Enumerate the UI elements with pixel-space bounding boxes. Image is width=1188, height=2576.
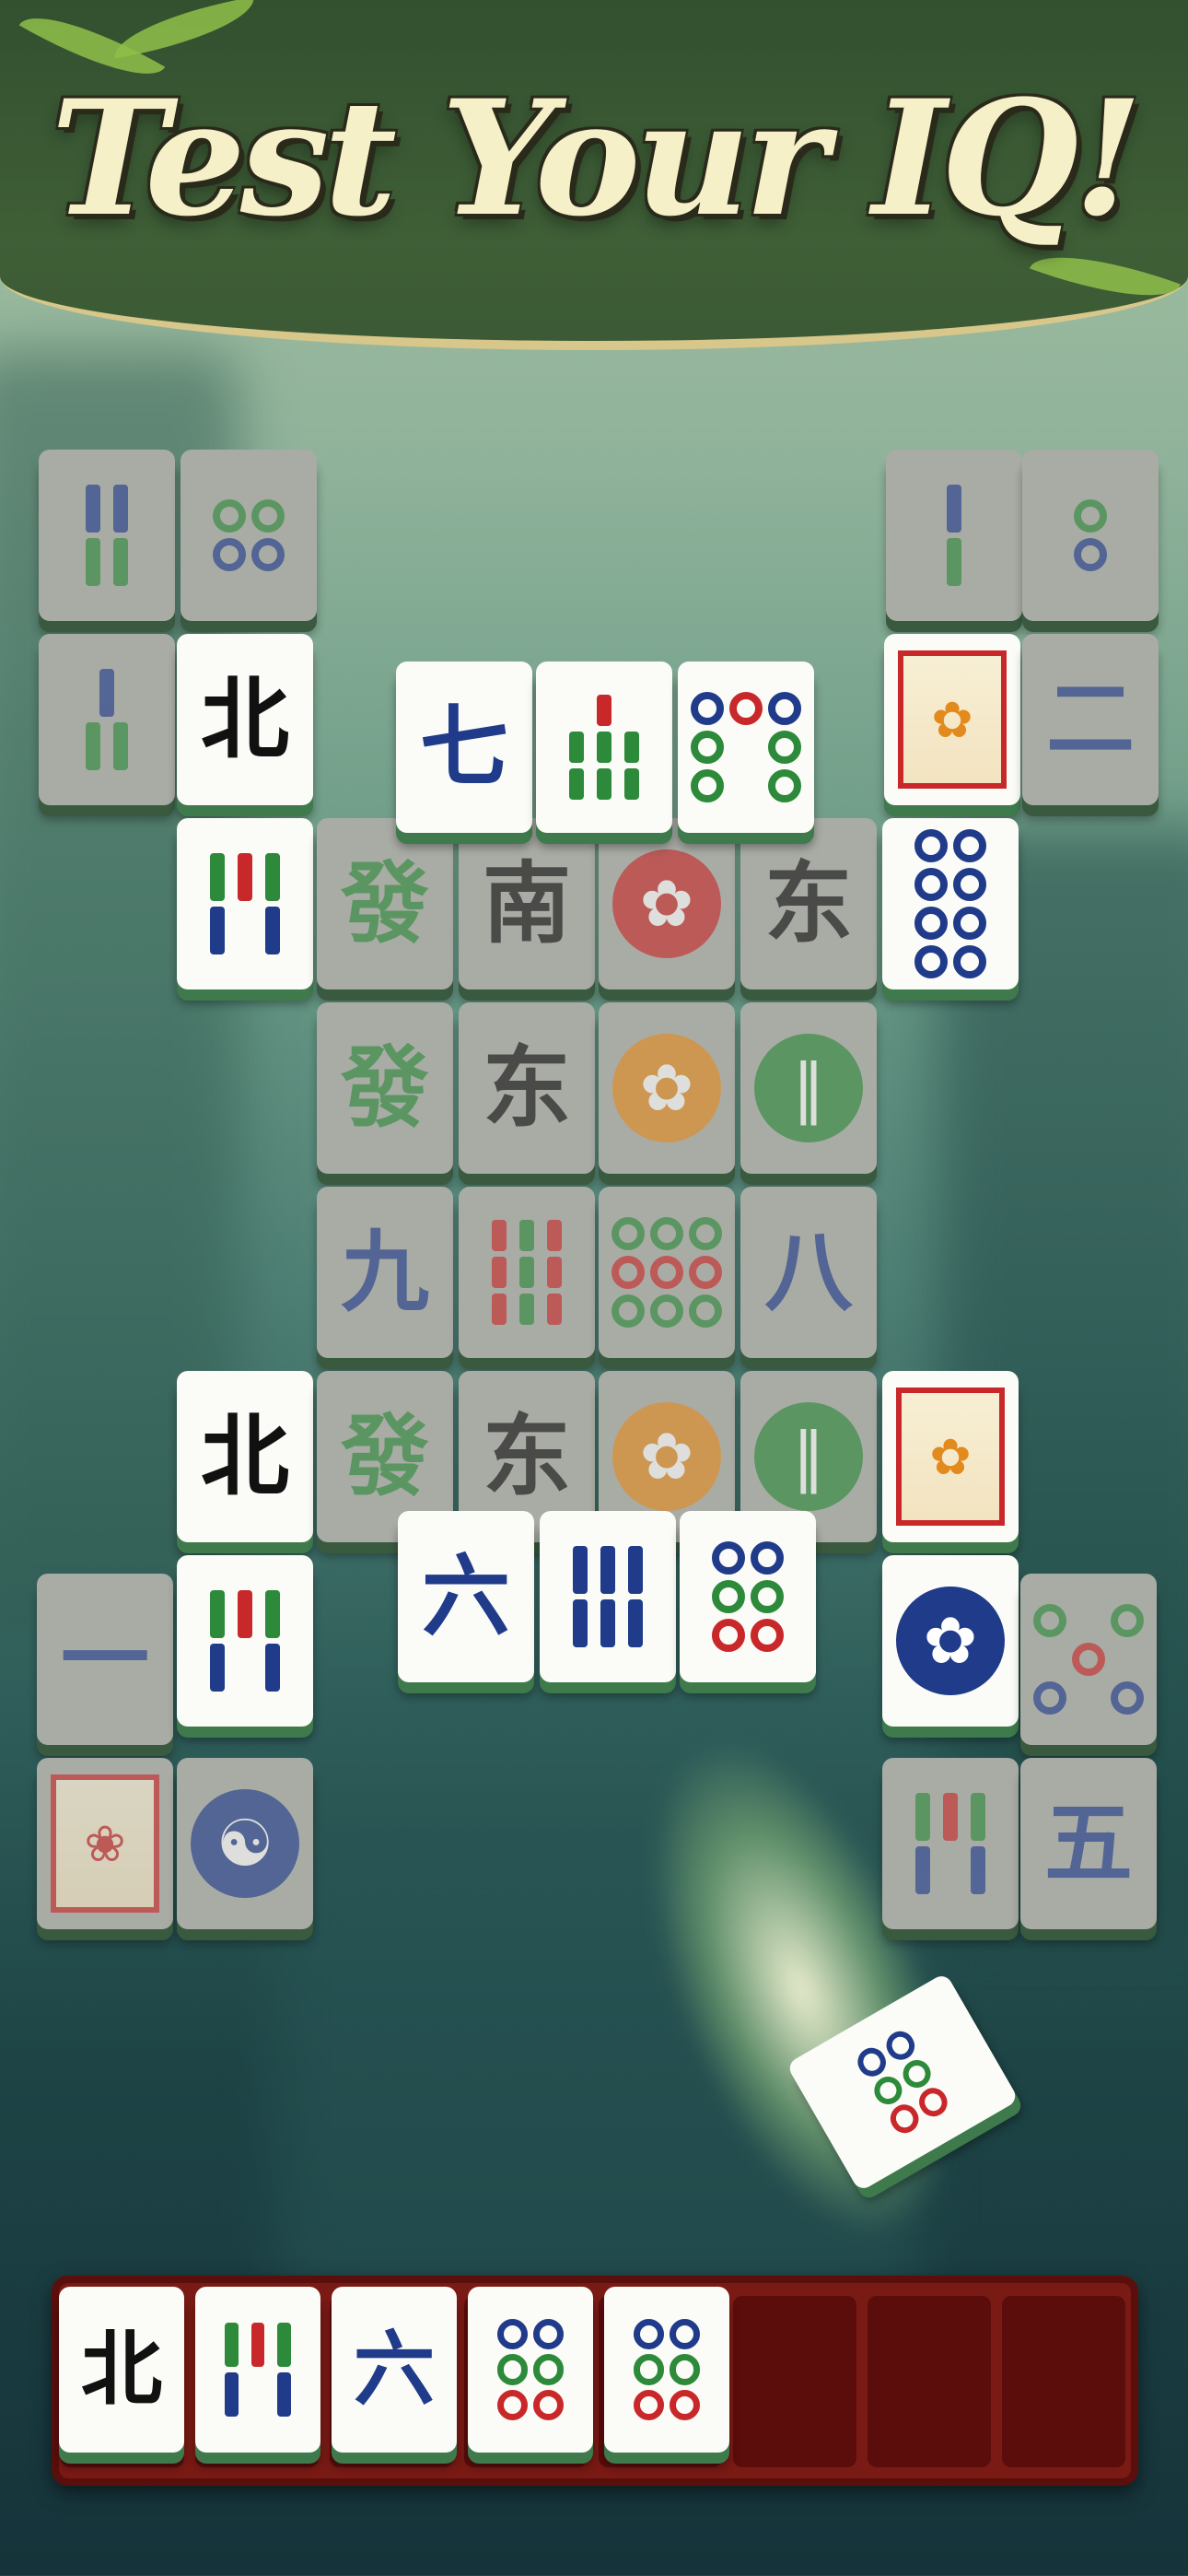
board-tile: 二 <box>1022 634 1159 805</box>
board-tile[interactable]: 六 <box>398 1511 534 1682</box>
dots-icon <box>634 2318 700 2421</box>
tray-tile <box>195 2287 320 2453</box>
title-banner: Test Your IQ! <box>0 0 1188 350</box>
tray-tile <box>604 2287 729 2453</box>
blue-flower-emblem-icon: ✿ <box>896 1587 1005 1695</box>
tray-tile <box>468 2287 593 2453</box>
board-tile[interactable] <box>678 662 814 833</box>
tile-character: 發 <box>341 1405 429 1508</box>
bamboo-leaf-icon <box>108 0 261 59</box>
board-tile: 南 <box>459 818 595 989</box>
deer-icon: ✿ <box>898 650 1007 789</box>
board-tile: ❀ <box>37 1758 173 1929</box>
board-tile: ‖ <box>740 1002 877 1174</box>
bamboo-icon <box>947 485 961 586</box>
tile-character: 二 <box>1046 668 1135 771</box>
board-tile[interactable] <box>177 1555 313 1727</box>
board-tile <box>1022 450 1159 621</box>
bamboo-icon <box>210 853 280 954</box>
chrysanthemum-emblem-icon: ✿ <box>612 1402 721 1511</box>
board-tile: 八 <box>740 1187 877 1358</box>
tile-character: 七 <box>420 696 508 799</box>
tile-character: 六 <box>422 1545 510 1648</box>
board-tile <box>886 450 1022 621</box>
tile-character: 东 <box>483 1036 571 1140</box>
board-tile[interactable] <box>882 818 1019 989</box>
bamboo-icon <box>573 1546 643 1647</box>
tile-character: 东 <box>764 852 853 955</box>
board-tile <box>181 450 317 621</box>
tile-tray: 北六 <box>52 2276 1138 2486</box>
plum-emblem-icon: ✿ <box>612 849 721 958</box>
board-tile: 一 <box>37 1574 173 1745</box>
tile-character: 北 <box>201 668 289 771</box>
dots-icon <box>213 499 285 571</box>
bamboo-icon <box>915 1793 985 1894</box>
bamboo-icon <box>224 2323 292 2417</box>
banner-title: Test Your IQ! <box>51 64 1143 252</box>
tile-character: 發 <box>341 852 429 955</box>
dots-icon <box>852 2026 953 2138</box>
bamboo-icon <box>492 1220 562 1325</box>
board-tile[interactable]: ✿ <box>882 1371 1019 1542</box>
board-tile[interactable]: 北 <box>177 1371 313 1542</box>
tile-character: 九 <box>341 1221 429 1324</box>
chrysanthemum-emblem-icon: ✿ <box>612 1034 721 1142</box>
tile-character: 一 <box>61 1608 149 1711</box>
tile-character: 北 <box>80 2321 163 2417</box>
board-tile[interactable] <box>540 1511 676 1682</box>
bamboo-emblem-icon: ‖ <box>754 1034 863 1142</box>
board-tile: ✿ <box>599 1002 735 1174</box>
board-tile[interactable] <box>536 662 672 833</box>
dots-icon <box>691 692 801 802</box>
crane-icon: ❀ <box>51 1774 159 1913</box>
tray-slot <box>733 2296 856 2467</box>
board-tile: 發 <box>317 818 453 989</box>
board-tile <box>1020 1574 1157 1745</box>
yin-yang-emblem-icon: ☯ <box>191 1789 299 1898</box>
bamboo-icon <box>86 485 128 586</box>
tile-character: 發 <box>341 1036 429 1140</box>
bamboo-icon <box>210 1590 280 1692</box>
board-tile: 九 <box>317 1187 453 1358</box>
tile-character: 八 <box>764 1221 853 1324</box>
board-tile <box>882 1758 1019 1929</box>
tray-tile: 六 <box>332 2287 457 2453</box>
tile-character: 东 <box>483 1405 571 1508</box>
dots-icon <box>497 2318 564 2421</box>
tile-character: 六 <box>353 2321 436 2417</box>
tile-character: 北 <box>201 1405 289 1508</box>
dots-icon <box>712 1541 784 1652</box>
board-tile: 东 <box>459 1002 595 1174</box>
board-tile[interactable] <box>177 818 313 989</box>
board-tile: ☯ <box>177 1758 313 1929</box>
tile-character: 五 <box>1044 1792 1133 1895</box>
board-tile <box>599 1187 735 1358</box>
tray-slot <box>868 2296 991 2467</box>
board-tile <box>459 1187 595 1358</box>
board-tile[interactable]: ✿ <box>882 1555 1019 1727</box>
tray-tile: 北 <box>59 2287 184 2453</box>
board-tile[interactable]: 北 <box>177 634 313 805</box>
board-tile <box>39 450 175 621</box>
tile-character: 南 <box>483 852 571 955</box>
dots-icon <box>611 1217 722 1328</box>
board-tile[interactable]: ✿ <box>884 634 1020 805</box>
dots-icon <box>914 829 986 978</box>
board-tile: 發 <box>317 1002 453 1174</box>
bamboo-icon <box>569 695 639 800</box>
board-tile[interactable] <box>680 1511 816 1682</box>
dots-icon <box>1074 499 1107 571</box>
bamboo-icon <box>86 669 128 770</box>
board-tile[interactable]: 七 <box>396 662 532 833</box>
board-tile: ✿ <box>599 818 735 989</box>
board-tile: 东 <box>740 818 877 989</box>
tray-slot <box>1002 2296 1125 2467</box>
board-tile: 五 <box>1020 1758 1157 1929</box>
board-tile <box>39 634 175 805</box>
dots-icon <box>1033 1604 1144 1715</box>
deer-icon: ✿ <box>896 1388 1005 1526</box>
bamboo-emblem-icon: ‖ <box>754 1402 863 1511</box>
